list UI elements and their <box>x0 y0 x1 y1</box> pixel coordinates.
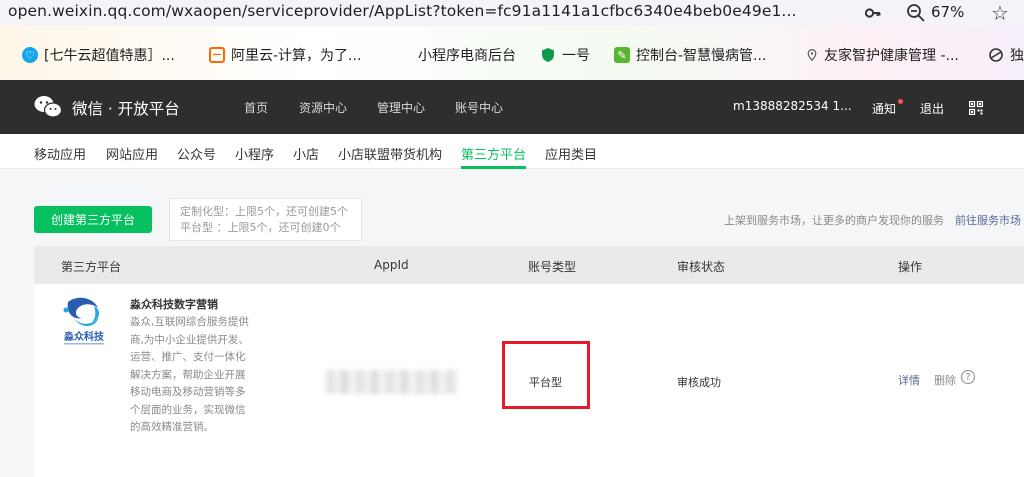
app-logo-text: 淼众科技 <box>63 330 105 343</box>
globe-icon <box>989 48 1003 62</box>
notification-link[interactable]: 通知 <box>872 100 896 117</box>
nav-management-center[interactable]: 管理中心 <box>377 99 425 116</box>
bookmarks-bar: ♡ [七牛云超值特惠］... — 阿里云-计算，为了... 小程序电商后台 一号… <box>0 26 1024 80</box>
header-audit-status: 审核状态 <box>677 260 726 274</box>
tab-third-party-platform[interactable]: 第三方平台 <box>461 144 526 163</box>
quota-custom: 定制化型：上限5个，还可创建5个 <box>180 205 348 218</box>
table-row: 淼众科技 淼众科技数字营销 淼众,互联网综合服务提供商,为中小企业提供开发、运营… <box>34 284 1024 477</box>
main-content: 创建第三方平台 定制化型：上限5个，还可创建5个 平台型 ：上限5个，还可创建0… <box>0 170 1024 477</box>
leaf-icon: ✎ <box>614 47 630 63</box>
audit-status-value: 审核成功 <box>677 376 721 389</box>
header-account-type: 账号类型 <box>528 260 577 274</box>
sub-navigation: 移动应用 网站应用 公众号 小程序 小店 小店联盟带货机构 第三方平台 应用类目 <box>0 134 1024 169</box>
go-to-market-link[interactable]: 前往服务市场 <box>955 212 1021 228</box>
active-tab-indicator <box>461 166 526 169</box>
tab-app-categories[interactable]: 应用类目 <box>545 144 597 163</box>
header-actions: 操作 <box>898 260 923 274</box>
nav-home[interactable]: 首页 <box>244 99 268 116</box>
tab-official-accounts[interactable]: 公众号 <box>177 144 216 163</box>
zoom-out-icon[interactable] <box>906 3 926 23</box>
detail-link[interactable]: 详情 <box>898 372 920 388</box>
bookmark-qiniu[interactable]: ♡ [七牛云超值特惠］... <box>22 46 175 64</box>
help-icon[interactable]: ? <box>961 370 975 384</box>
bookmark-aliyun[interactable]: — 阿里云-计算，为了... <box>209 46 361 64</box>
qrcode-icon[interactable] <box>969 101 983 115</box>
tab-shop[interactable]: 小店 <box>293 144 319 163</box>
quota-platform: 平台型 ：上限5个，还可创建0个 <box>180 221 341 234</box>
header-platform: 第三方平台 <box>61 260 122 274</box>
bookmark-youjia[interactable]: 友家智护健康管理 -... <box>806 46 959 64</box>
market-tip-text: 上架到服务市场，让更多的商户发现你的服务 <box>724 214 944 227</box>
bookmark-star-icon[interactable]: ☆ <box>991 1 1009 25</box>
create-third-party-button[interactable]: 创建第三方平台 <box>34 206 152 233</box>
account-name[interactable]: m13888282534 1... <box>733 99 852 113</box>
appid-redacted <box>326 370 458 394</box>
app-name: 淼众科技数字营销 <box>130 298 218 311</box>
qiniu-icon: ♡ <box>22 47 38 63</box>
bookmark-yihao[interactable]: 一号 <box>540 46 590 64</box>
address-bar[interactable]: open.weixin.qq.com/wxaopen/serviceprovid… <box>0 0 1024 26</box>
app-description: 淼众,互联网综合服务提供商,为中小企业提供开发、运营、推广、支付一体化解决方案，… <box>130 316 249 433</box>
tab-mini-programs[interactable]: 小程序 <box>235 144 274 163</box>
shield-icon <box>542 48 554 62</box>
tab-shop-alliance[interactable]: 小店联盟带货机构 <box>338 144 442 163</box>
bookmark-du[interactable]: 独 <box>988 46 1024 64</box>
quota-tip: 定制化型：上限5个，还可创建5个 平台型 ：上限5个，还可创建0个 <box>169 198 362 241</box>
tab-web-apps[interactable]: 网站应用 <box>106 144 158 163</box>
logout-link[interactable]: 退出 <box>920 100 944 117</box>
aliyun-icon: — <box>209 47 225 63</box>
header-appid: AppId <box>374 258 409 272</box>
bookmark-miniprogram-admin[interactable]: 小程序电商后台 <box>418 46 516 64</box>
location-pin-icon <box>807 49 817 62</box>
app-logo: 淼众科技 <box>63 297 105 345</box>
wechat-logo-icon[interactable] <box>34 95 62 119</box>
nav-account-center[interactable]: 账号中心 <box>455 99 503 116</box>
zoom-level[interactable]: 67% <box>931 3 964 21</box>
url-text[interactable]: open.weixin.qq.com/wxaopen/serviceprovid… <box>8 2 797 20</box>
brand-title[interactable]: 微信 · 开放平台 <box>72 97 180 119</box>
delete-link[interactable]: 删除 <box>934 372 956 388</box>
key-icon[interactable] <box>864 4 882 22</box>
notification-dot <box>898 99 903 104</box>
bookmark-console[interactable]: ✎ 控制台-智慧慢病管... <box>614 46 766 64</box>
nav-resource-center[interactable]: 资源中心 <box>299 99 347 116</box>
tab-mobile-apps[interactable]: 移动应用 <box>34 144 86 163</box>
account-type-value: 平台型 <box>529 376 562 389</box>
table-header: 第三方平台 AppId 账号类型 审核状态 操作 <box>34 246 1024 284</box>
top-navigation: 微信 · 开放平台 首页 资源中心 管理中心 账号中心 m13888282534… <box>0 80 1024 134</box>
